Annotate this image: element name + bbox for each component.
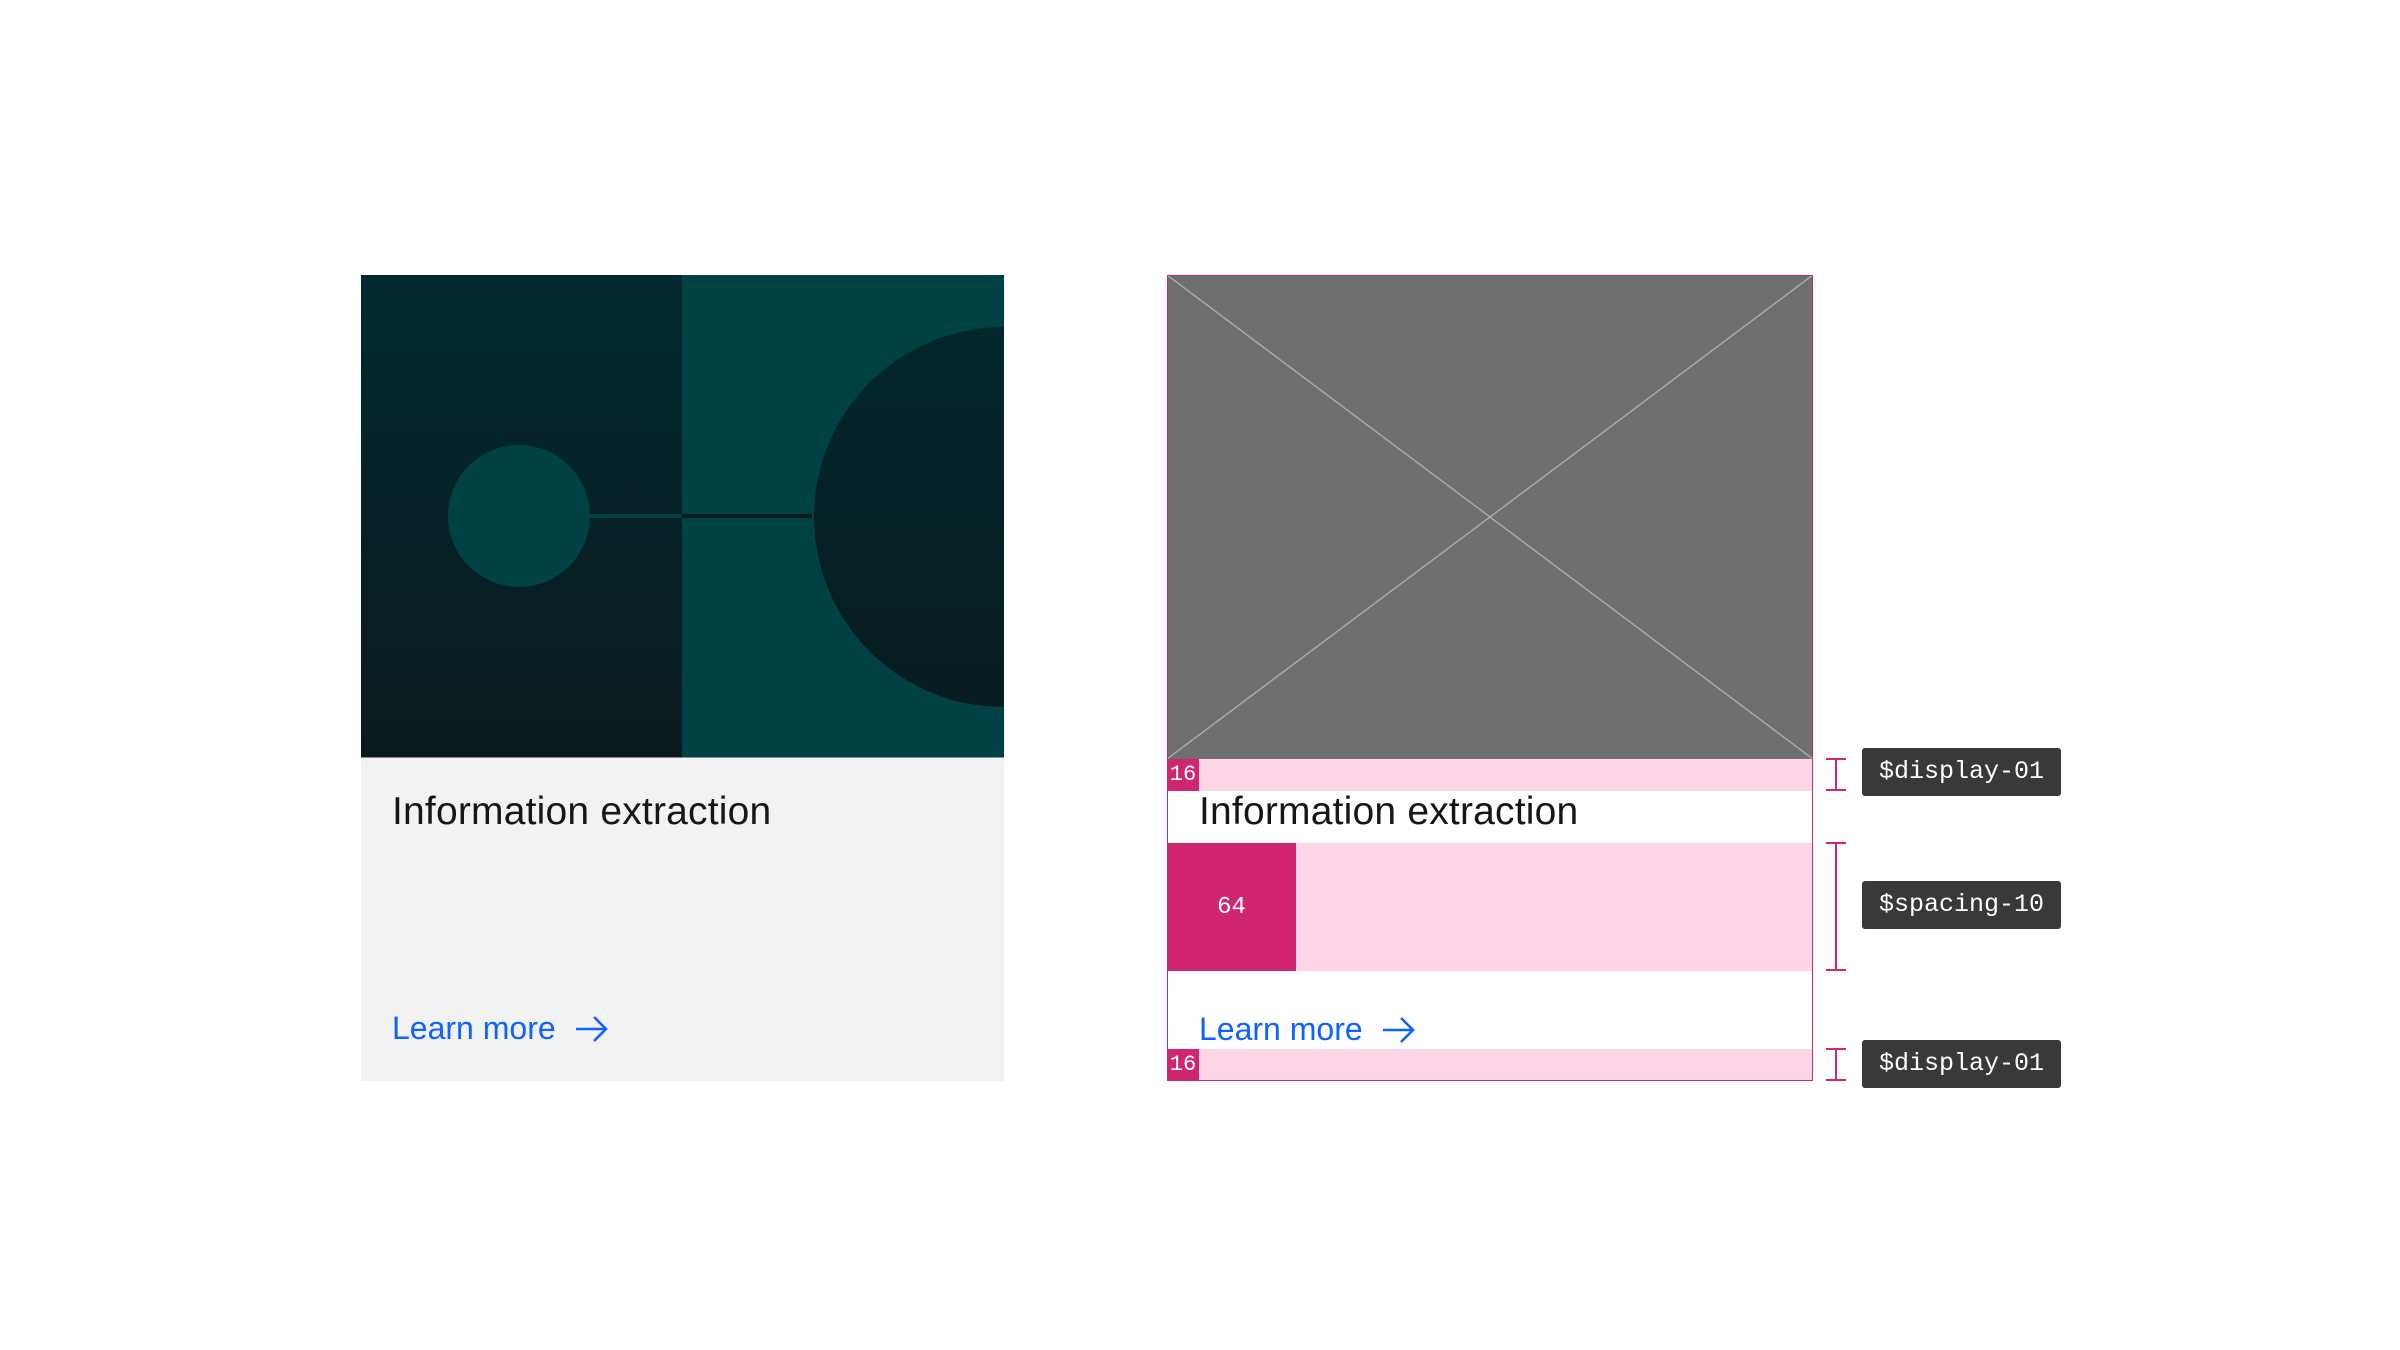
card-title: Information extraction	[392, 790, 772, 833]
abstract-illustration	[361, 275, 1004, 758]
learn-more-link[interactable]: Learn more	[392, 1010, 610, 1047]
learn-more-label: Learn more	[1199, 1011, 1363, 1047]
learn-more-link[interactable]: Learn more	[1199, 1011, 1417, 1048]
spacing-bottom-value: 16	[1167, 1049, 1199, 1081]
hero-divider	[361, 757, 1004, 758]
image-placeholder-icon	[1166, 274, 1814, 760]
arrow-right-icon	[1382, 1016, 1415, 1043]
token-display-01-bottom: $display-01	[1862, 1040, 2062, 1088]
spacing-top-value: 16	[1167, 759, 1199, 791]
card-title: Information extraction	[1199, 790, 1579, 833]
spacing-top-band	[1167, 759, 1813, 791]
card-hero-image	[361, 275, 1004, 758]
spacing-bottom-band	[1167, 1049, 1813, 1081]
spec-card: 16 Information extraction 64 Learn more …	[1166, 274, 1814, 1081]
token-spacing-10: $spacing-10	[1862, 881, 2062, 929]
example-card[interactable]: Information extraction Learn more	[361, 275, 1004, 1081]
spacing-middle-value: 64	[1167, 843, 1296, 971]
learn-more-label: Learn more	[392, 1010, 556, 1046]
image-placeholder	[1166, 274, 1814, 760]
token-display-01-top: $display-01	[1862, 748, 2062, 796]
arrow-right-icon	[575, 1015, 608, 1042]
